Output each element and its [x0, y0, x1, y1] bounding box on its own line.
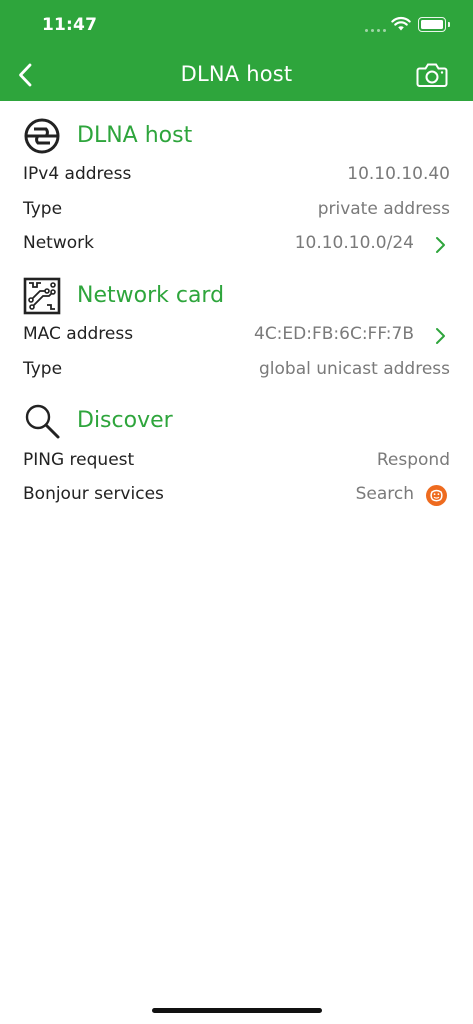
bonjour-icon: [426, 485, 447, 506]
row-value: Search: [355, 484, 414, 504]
chevron-left-icon: [19, 63, 32, 87]
section-title-card: Network card: [77, 283, 225, 308]
wifi-icon: [391, 17, 411, 31]
row-label: Network: [23, 233, 94, 253]
row-host-type[interactable]: Type private address: [23, 193, 450, 227]
battery-icon: [418, 17, 450, 32]
status-time: 11:47: [42, 15, 98, 35]
header: 11:47 DLNA host: [0, 0, 473, 101]
row-value: 4C:ED:FB:6C:FF:7B: [254, 324, 414, 344]
row-network[interactable]: Network 10.10.10.0/24: [23, 227, 450, 261]
magnifier-icon: [25, 404, 60, 439]
page-title: DLNA host: [180, 62, 293, 86]
back-button[interactable]: [10, 59, 40, 91]
row-card-type[interactable]: Type global unicast address: [23, 353, 450, 387]
row-value: private address: [317, 199, 450, 219]
section-header-discover: Discover: [23, 402, 453, 442]
row-label: PING request: [23, 450, 135, 470]
chevron-right-icon: [436, 328, 445, 344]
row-bonjour-services[interactable]: Bonjour services Search: [23, 478, 450, 512]
row-value: 10.10.10.0/24: [294, 233, 414, 253]
row-label: Bonjour services: [23, 484, 164, 504]
row-ipv4-address[interactable]: IPv4 address 10.10.10.40: [23, 158, 450, 192]
home-indicator[interactable]: [152, 1008, 322, 1013]
status-bar: 11:47: [0, 0, 473, 50]
camera-icon: [416, 63, 448, 87]
network-card-icon: [23, 277, 61, 315]
row-mac-address[interactable]: MAC address 4C:ED:FB:6C:FF:7B: [23, 318, 450, 352]
row-value: 10.10.10.40: [347, 164, 450, 184]
dlna-logo-icon: [24, 118, 60, 154]
cellular-signal-icon: [365, 29, 387, 33]
section-header-card: Network card: [23, 277, 453, 317]
row-label: MAC address: [23, 324, 134, 344]
row-label: IPv4 address: [23, 164, 132, 184]
row-value: global unicast address: [258, 359, 450, 379]
navigation-bar: DLNA host: [0, 50, 473, 101]
section-title-host: DLNA host: [77, 123, 193, 148]
row-label: Type: [23, 359, 63, 379]
camera-button[interactable]: [414, 60, 450, 90]
row-value: Respond: [376, 450, 450, 470]
row-ping-request[interactable]: PING request Respond: [23, 444, 450, 478]
chevron-right-icon: [436, 237, 445, 253]
row-label: Type: [23, 199, 63, 219]
section-title-discover: Discover: [77, 408, 173, 433]
section-header-host: DLNA host: [23, 117, 453, 157]
